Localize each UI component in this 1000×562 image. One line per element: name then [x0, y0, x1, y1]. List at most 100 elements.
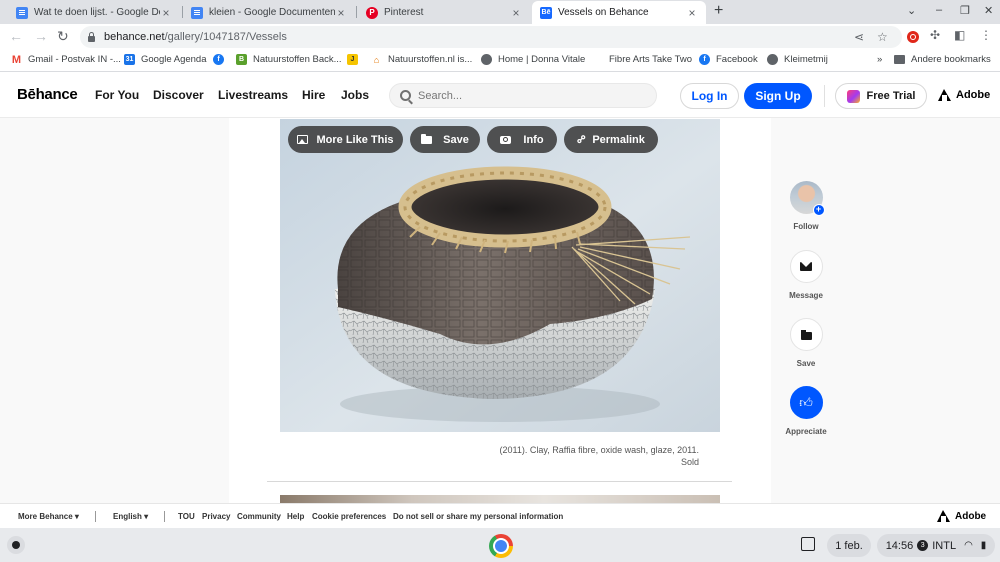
avatar[interactable]: + [789, 181, 825, 216]
adobe-logo-icon [938, 89, 951, 101]
next-project-image[interactable] [280, 495, 720, 503]
nav-jobs[interactable]: Jobs [341, 88, 369, 102]
tab-pinterest[interactable]: P Pinterest × [358, 1, 530, 24]
google-docs-icon [16, 6, 28, 19]
date-pill[interactable]: 1 feb. [827, 534, 871, 557]
back-arrow-icon[interactable]: ← [9, 28, 23, 44]
appreciate-button[interactable]: 👍︎ [789, 386, 823, 419]
signup-button[interactable]: Sign Up [744, 83, 812, 109]
status-area[interactable]: 14:56 3 INTL ◠ ▮ [877, 534, 995, 557]
footer-link-privacy[interactable]: Privacy [202, 512, 230, 521]
side-panel-icon[interactable]: ◧ [954, 28, 965, 42]
nav-livestreams[interactable]: Livestreams [218, 88, 288, 102]
bookmark-facebook[interactable]: f Facebook [699, 54, 758, 65]
yellow-j-icon: J [347, 54, 358, 65]
plus-icon: + [812, 204, 825, 216]
more-like-this-button[interactable]: More Like This [288, 126, 403, 153]
follow-action[interactable]: + Follow [780, 181, 832, 231]
tab-kleien[interactable]: kleien - Google Documenten × [183, 1, 355, 24]
header-divider [824, 85, 825, 107]
bookmark-fibre-arts[interactable]: Fibre Arts Take Two [609, 54, 692, 65]
folder-icon [421, 133, 433, 144]
behance-logo[interactable]: Bēhance [17, 86, 78, 103]
save-button[interactable] [789, 318, 823, 351]
adobe-footer-link[interactable]: Adobe [937, 510, 986, 522]
other-bookmarks-folder[interactable]: Andere bookmarks [894, 54, 991, 65]
more-menu-icon[interactable]: ⋮ [980, 28, 992, 42]
tab-wat-te-doen[interactable]: Wat te doen lijst. - Google Docum × [8, 1, 180, 24]
globe-icon [481, 54, 492, 65]
adobe-header-link[interactable]: Adobe [938, 89, 990, 101]
image-caption: (2011). Clay, Raffia fibre, oxide wash, … [499, 445, 699, 455]
folder-icon [800, 329, 812, 340]
close-icon[interactable]: × [335, 6, 347, 20]
save-image-button[interactable]: Save [410, 126, 480, 153]
address-bar[interactable]: behance.net/gallery/1047187/Vessels ⋖ ☆ [80, 26, 902, 48]
battery-icon: ▮ [980, 540, 987, 551]
google-calendar-icon: 31 [124, 54, 135, 65]
nav-discover[interactable]: Discover [153, 88, 204, 102]
adobe-logo-icon [937, 510, 950, 522]
footer-link-do-not-sell[interactable]: Do not sell or share my personal informa… [393, 512, 563, 521]
message-button[interactable] [789, 250, 823, 283]
holding-space-icon[interactable] [801, 537, 815, 551]
image-caption-status: Sold [680, 457, 699, 467]
save-action[interactable]: Save [780, 318, 832, 368]
bookmark-star-icon[interactable]: ☆ [877, 30, 888, 44]
gmail-icon: M [11, 53, 22, 66]
module-divider [267, 481, 732, 482]
close-icon[interactable]: × [510, 6, 522, 20]
bookmark-gmail[interactable]: M Gmail - Postvak IN -... [11, 53, 121, 66]
google-docs-icon [191, 6, 203, 19]
info-button[interactable]: Info [487, 126, 557, 153]
free-trial-button[interactable]: Free Trial [835, 83, 927, 109]
extensions-puzzle-icon[interactable]: ✣ [930, 28, 940, 42]
bookmark-natuurstoffen-nl[interactable]: ⌂ Natuurstoffen.nl is... [371, 54, 472, 65]
creative-cloud-icon [846, 89, 860, 103]
footer-link-community[interactable]: Community [237, 512, 281, 521]
bookmark-donna-vitale[interactable]: Home | Donna Vitale [481, 54, 585, 65]
footer-link-tou[interactable]: TOU [178, 512, 195, 521]
bookmark-facebook-icon-only[interactable]: f [213, 54, 230, 65]
launcher-button[interactable] [7, 536, 25, 554]
restore-icon[interactable]: ❐ [960, 4, 970, 17]
behance-icon: Bē [540, 6, 552, 19]
permalink-button[interactable]: ⚯ Permalink [564, 126, 658, 153]
bookmark-kleimetmij[interactable]: Kleimetmij [767, 54, 828, 65]
folder-icon [894, 55, 905, 64]
link-icon: ⚯ [574, 132, 590, 148]
message-action[interactable]: Message [780, 250, 832, 300]
close-icon[interactable]: × [160, 6, 172, 20]
tab-strip: Wat te doen lijst. - Google Docum × klei… [0, 0, 1000, 24]
search-icon [400, 90, 411, 101]
chrome-app-icon[interactable] [489, 534, 513, 558]
bookmarks-overflow-button[interactable]: » [877, 54, 882, 65]
language-dropdown[interactable]: English ▾ [113, 512, 148, 521]
new-tab-button[interactable]: + [714, 2, 723, 20]
close-icon[interactable]: × [686, 6, 698, 20]
login-button[interactable]: Log In [680, 83, 739, 109]
project-image-vessel[interactable] [280, 119, 720, 432]
footer-link-help[interactable]: Help [287, 512, 304, 521]
bookmark-natuurstoffen-back[interactable]: B Natuurstoffen Back... [236, 54, 342, 65]
footer-link-cookie-preferences[interactable]: Cookie preferences [312, 512, 386, 521]
os-shelf: 1 feb. 14:56 3 INTL ◠ ▮ [0, 528, 1000, 562]
opera-extension-icon[interactable] [907, 31, 919, 43]
pinterest-icon: P [366, 6, 378, 19]
image-icon [297, 135, 309, 144]
bookmark-google-agenda[interactable]: 31 Google Agenda [124, 54, 207, 65]
tab-vessels-on-behance[interactable]: Bē Vessels on Behance × [532, 1, 706, 24]
reload-icon[interactable]: ↻ [57, 28, 69, 45]
natuurstoffen-icon: ⌂ [371, 54, 382, 65]
close-window-icon[interactable]: ✕ [984, 4, 993, 17]
nav-hire[interactable]: Hire [302, 88, 325, 102]
tab-search-icon[interactable]: ⌄ [907, 4, 916, 17]
minimize-icon[interactable]: – [936, 4, 942, 16]
appreciate-action[interactable]: 👍︎ Appreciate [780, 386, 832, 436]
search-input[interactable] [418, 89, 638, 102]
nav-for-you[interactable]: For You [95, 88, 139, 102]
share-icon[interactable]: ⋖ [854, 30, 864, 44]
forward-arrow-icon[interactable]: → [34, 28, 48, 44]
bookmark-yellow-j[interactable]: J [347, 54, 364, 65]
more-behance-dropdown[interactable]: More Behance ▾ [18, 512, 79, 521]
